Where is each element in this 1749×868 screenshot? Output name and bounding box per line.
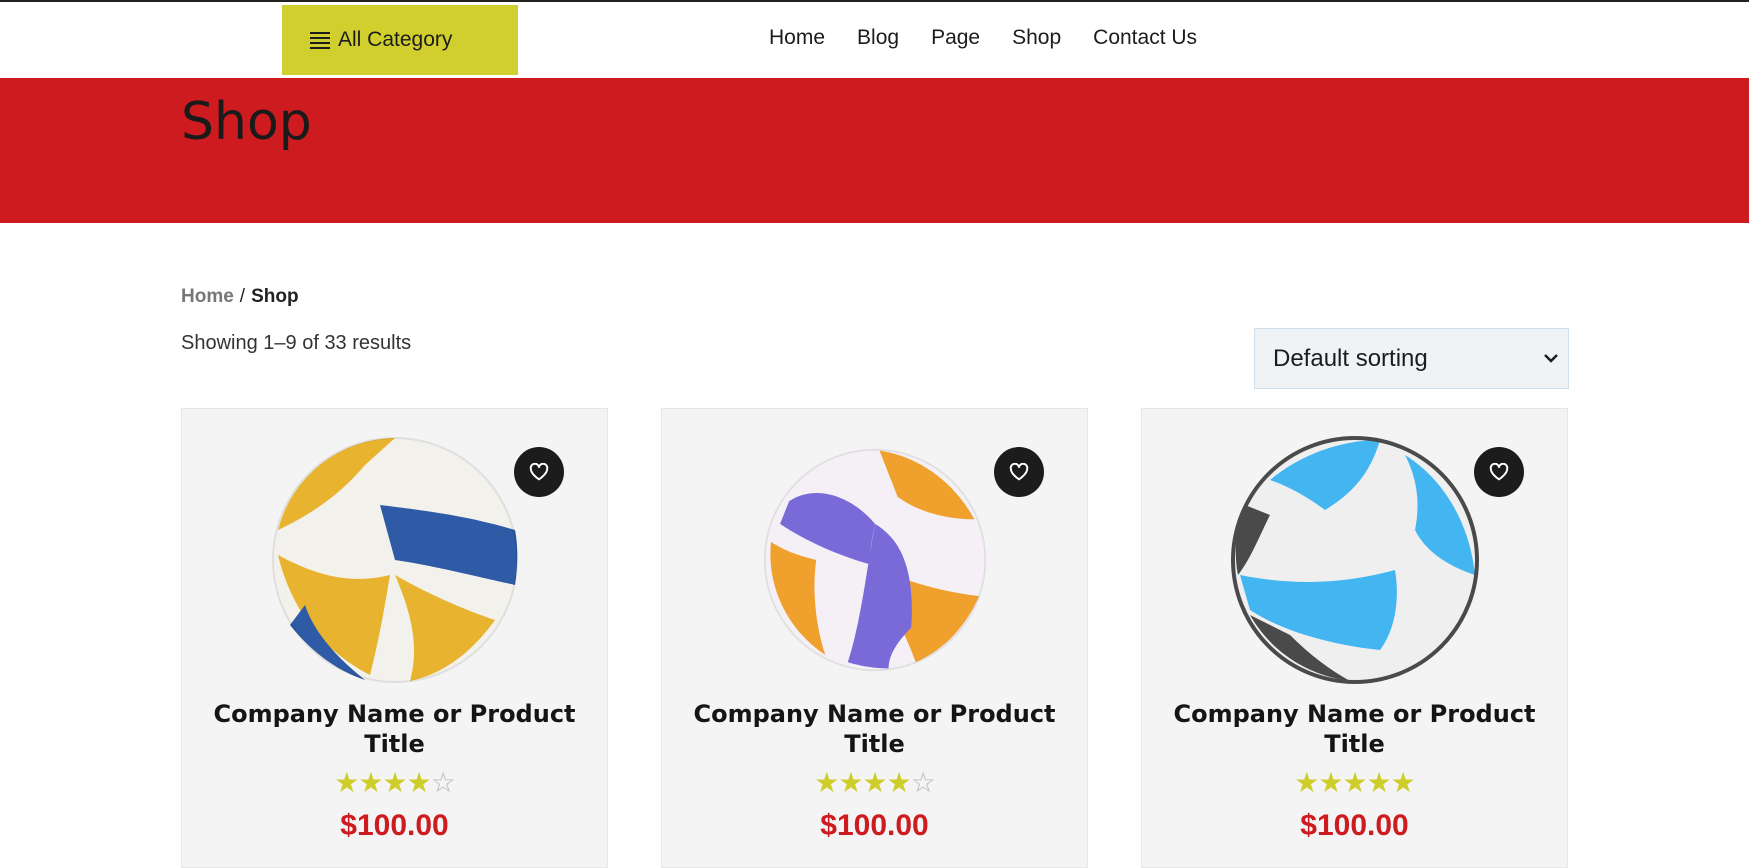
star-rating: ★★★★☆ — [182, 769, 607, 797]
sort-selected-value: Default sorting — [1273, 344, 1428, 372]
nav-home[interactable]: Home — [769, 26, 825, 50]
sort-select[interactable]: Default sorting — [1254, 328, 1569, 389]
product-image[interactable] — [762, 447, 988, 678]
star-filled-icon: ★ — [1294, 767, 1319, 798]
star-filled-icon: ★ — [838, 767, 863, 798]
breadcrumb-separator: / — [239, 286, 246, 307]
site-header: All Category Home Blog Page Shop Contact… — [0, 2, 1749, 78]
star-filled-icon: ★ — [862, 767, 887, 798]
product-title[interactable]: Company Name or Product Title — [202, 699, 587, 759]
page-title: Shop — [181, 92, 312, 152]
product-card[interactable]: Company Name or Product Title ★★★★★ $100… — [1141, 408, 1568, 868]
page-banner: Shop — [0, 78, 1749, 223]
breadcrumb-home-link[interactable]: Home — [181, 286, 234, 307]
product-card[interactable]: Company Name or Product Title ★★★★☆ $100… — [181, 408, 608, 868]
nav-page[interactable]: Page — [931, 26, 980, 50]
star-filled-icon: ★ — [1342, 767, 1367, 798]
star-filled-icon: ★ — [406, 767, 432, 798]
product-image[interactable] — [1230, 435, 1480, 690]
nav-blog[interactable]: Blog — [857, 26, 899, 50]
product-title[interactable]: Company Name or Product Title — [682, 699, 1067, 759]
results-count: Showing 1–9 of 33 results — [181, 332, 412, 354]
product-price: $100.00 — [820, 809, 929, 842]
star-empty-icon: ☆ — [430, 767, 456, 798]
star-filled-icon: ★ — [1390, 767, 1416, 798]
star-filled-icon: ★ — [1366, 767, 1392, 798]
product-card[interactable]: Company Name or Product Title ★★★★☆ $100… — [661, 408, 1088, 868]
star-filled-icon: ★ — [1318, 767, 1343, 798]
star-filled-icon: ★ — [886, 767, 912, 798]
menu-icon — [310, 29, 330, 52]
star-filled-icon: ★ — [382, 767, 407, 798]
heart-icon[interactable] — [514, 447, 564, 497]
star-rating: ★★★★★ — [1142, 769, 1567, 797]
breadcrumb-current: Shop — [251, 286, 299, 307]
chevron-down-icon — [1544, 350, 1558, 368]
heart-icon[interactable] — [994, 447, 1044, 497]
product-title[interactable]: Company Name or Product Title — [1162, 699, 1547, 759]
main-nav: Home Blog Page Shop Contact Us — [769, 26, 1229, 50]
star-empty-icon: ☆ — [910, 767, 936, 798]
breadcrumb: Home / Shop — [181, 286, 299, 308]
star-filled-icon: ★ — [334, 767, 359, 798]
nav-shop[interactable]: Shop — [1012, 26, 1061, 50]
star-filled-icon: ★ — [358, 767, 383, 798]
all-category-label: All Category — [338, 28, 453, 51]
product-price: $100.00 — [340, 809, 449, 842]
nav-contact-us[interactable]: Contact Us — [1093, 26, 1197, 50]
star-filled-icon: ★ — [814, 767, 839, 798]
product-price: $100.00 — [1300, 809, 1409, 842]
heart-icon[interactable] — [1474, 447, 1524, 497]
product-image[interactable] — [270, 435, 520, 690]
star-rating: ★★★★☆ — [662, 769, 1087, 797]
all-category-button[interactable]: All Category — [282, 5, 518, 75]
